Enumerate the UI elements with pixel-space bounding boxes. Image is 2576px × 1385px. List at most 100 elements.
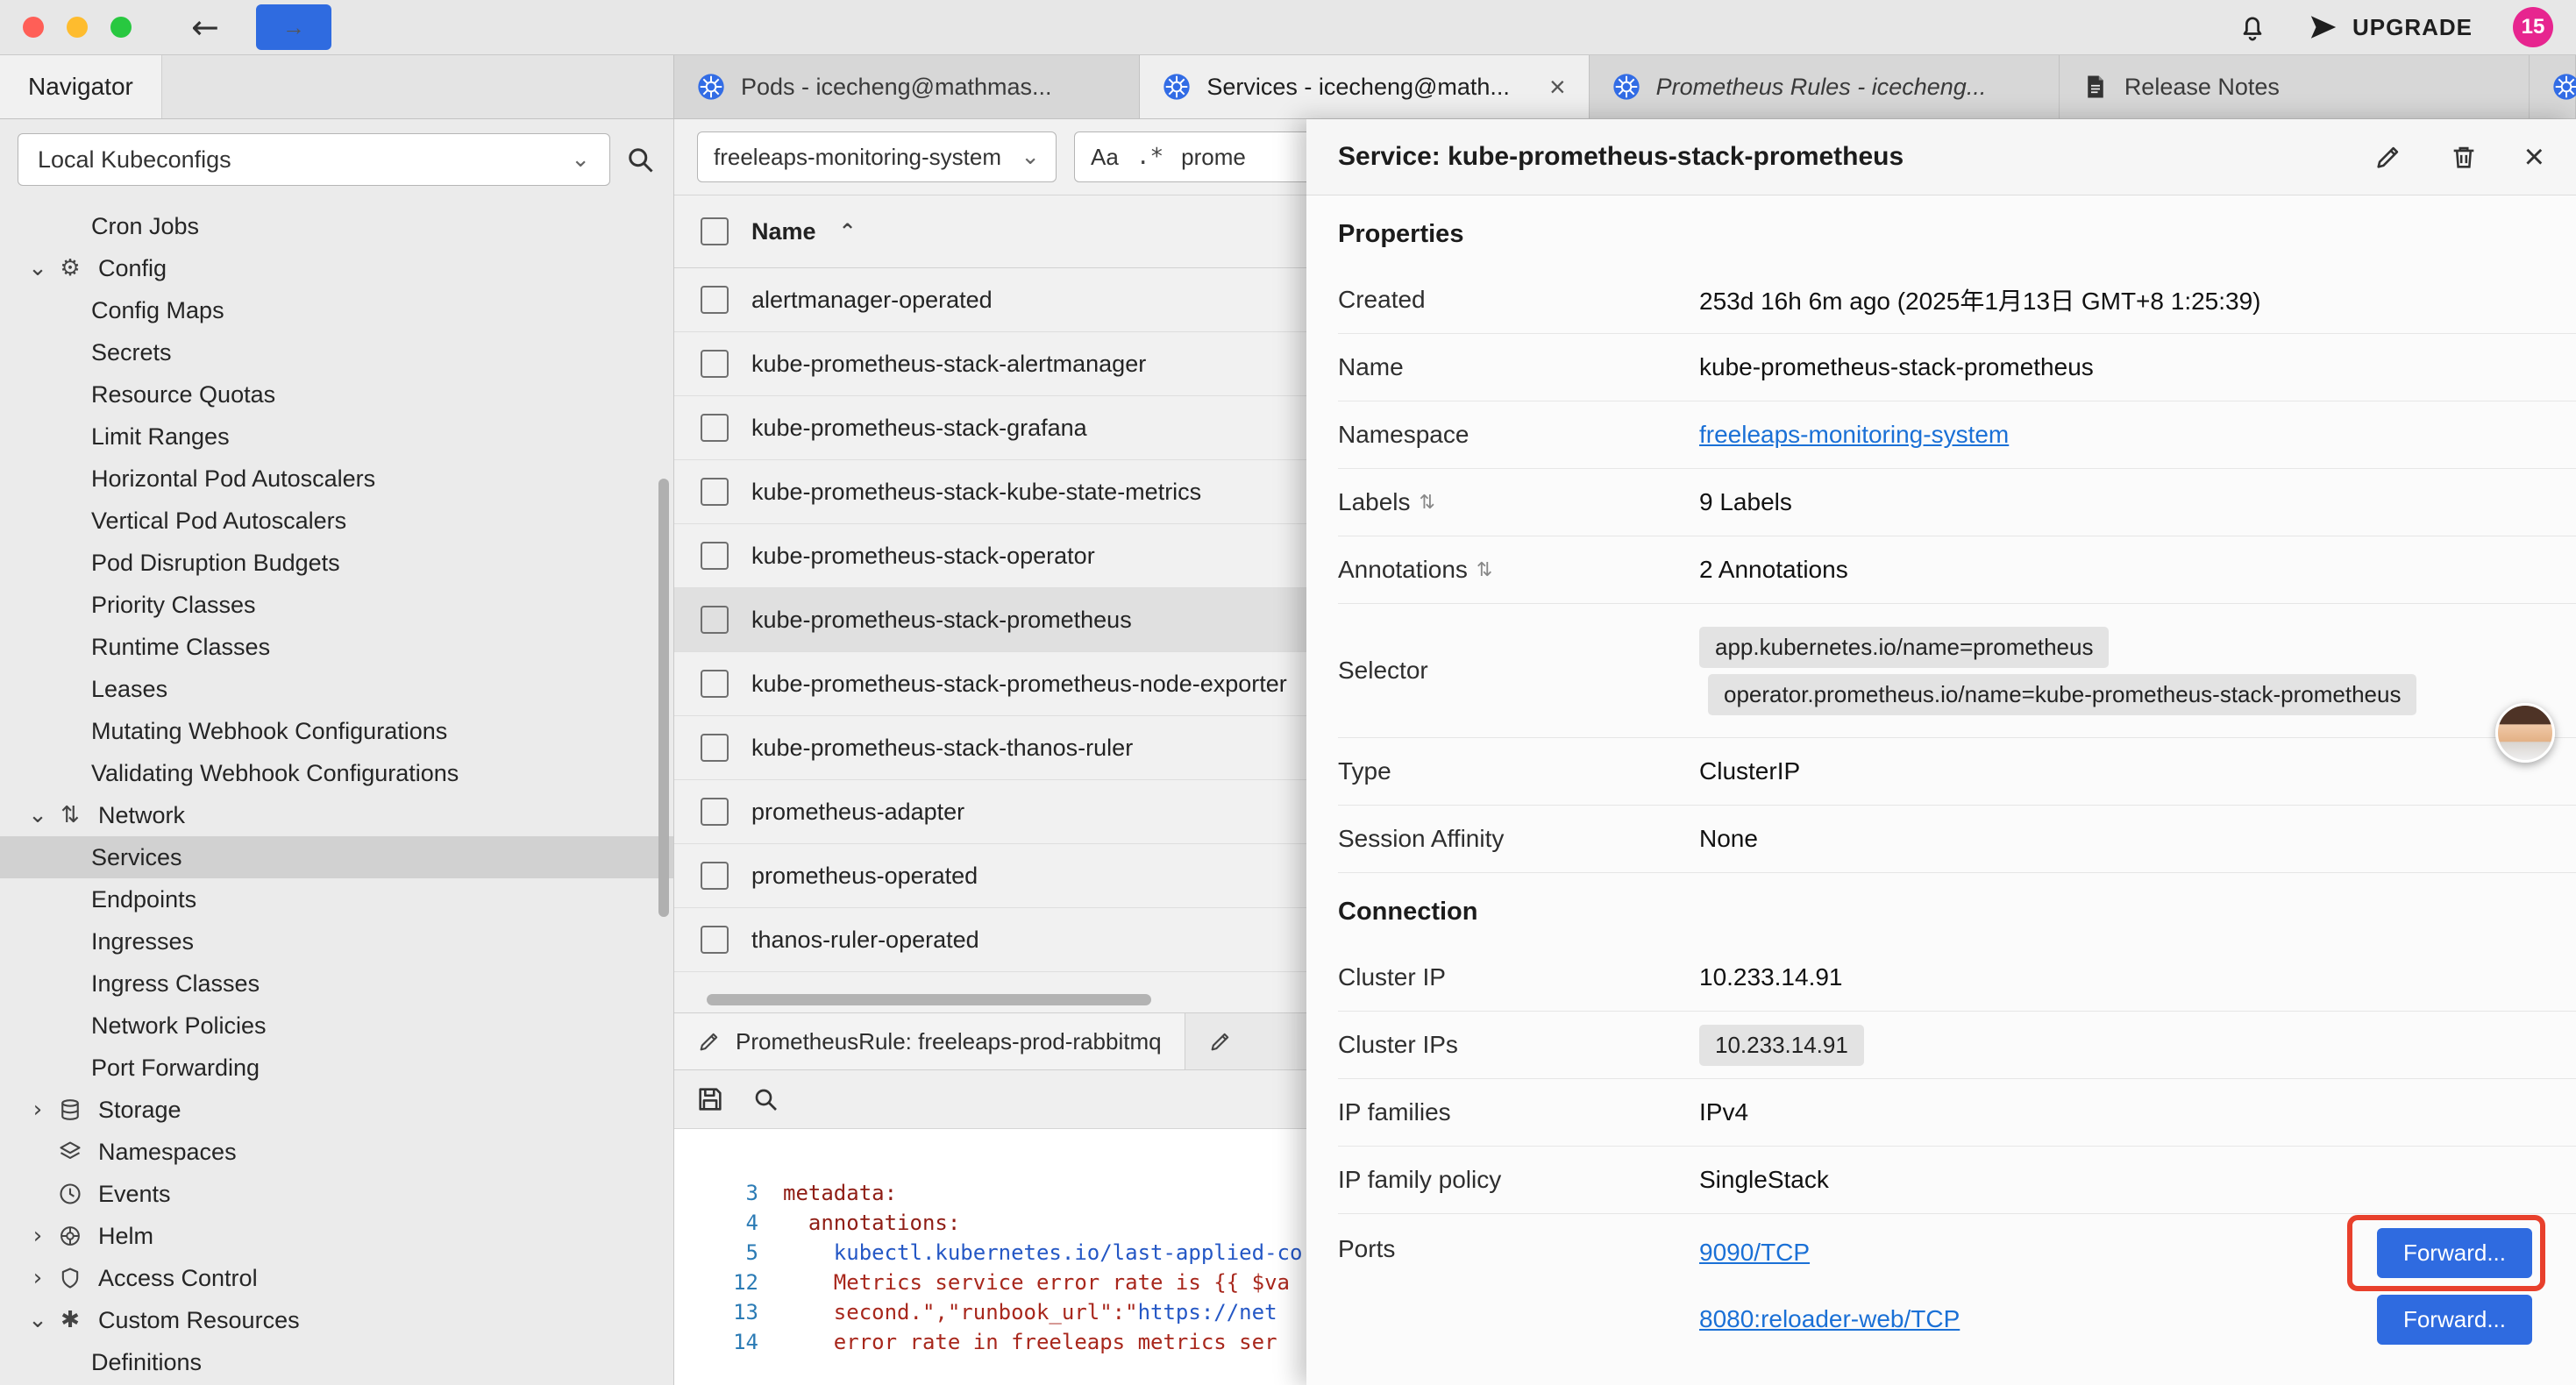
chevron-down-icon: ⌄: [571, 146, 590, 173]
sidebar-item-helm[interactable]: › Helm: [0, 1215, 673, 1257]
dock-tab-label: PrometheusRule: freeleaps-prod-rabbitmq: [736, 1028, 1162, 1055]
row-checkbox[interactable]: [701, 542, 729, 570]
upgrade-button[interactable]: UPGRADE: [2309, 12, 2473, 42]
chevron-right-icon: ›: [23, 1223, 53, 1249]
sidebar-item-cron-jobs[interactable]: Cron Jobs: [0, 205, 673, 247]
selector-chip: operator.prometheus.io/name=kube-prometh…: [1708, 674, 2416, 715]
sidebar-item-namespaces[interactable]: Namespaces: [0, 1131, 673, 1173]
tab-navigator[interactable]: Navigator: [0, 55, 162, 118]
sidebar-item-config[interactable]: ⌄ ⚙ Config: [0, 247, 673, 289]
sidebar-item-horizontal-pod-autoscalers[interactable]: Horizontal Pod Autoscalers: [0, 458, 673, 500]
user-avatar[interactable]: [2495, 703, 2555, 763]
sidebar-item-limit-ranges[interactable]: Limit Ranges: [0, 416, 673, 458]
connection-row-ports: Ports 9090/TCP Forward... 8080:reloader-…: [1338, 1214, 2576, 1368]
session-affinity-value: None: [1699, 825, 2576, 853]
sidebar-item-network-policies[interactable]: Network Policies: [0, 1005, 673, 1047]
dock-tab-partial[interactable]: [1185, 1013, 1311, 1069]
tab-label: Release Notes: [2124, 74, 2506, 101]
sidebar-item-ingress-classes[interactable]: Ingress Classes: [0, 962, 673, 1005]
row-checkbox[interactable]: [701, 286, 729, 314]
kubeconfig-selector-value: Local Kubeconfigs: [38, 146, 231, 174]
chevron-down-icon: ⌄: [23, 255, 53, 281]
row-checkbox[interactable]: [701, 478, 729, 506]
sidebar-scrollbar[interactable]: [658, 479, 669, 917]
search-icon[interactable]: [751, 1085, 779, 1113]
drawer-header: Service: kube-prometheus-stack-prometheu…: [1306, 119, 2576, 195]
property-row-namespace: Namespace freeleaps-monitoring-system: [1338, 401, 2576, 469]
save-icon[interactable]: [695, 1084, 725, 1114]
regex-toggle[interactable]: .*: [1136, 144, 1163, 170]
sidebar-item-definitions[interactable]: Definitions: [0, 1341, 673, 1383]
tab-services[interactable]: Services - icecheng@math... ×: [1140, 55, 1589, 118]
row-checkbox[interactable]: [701, 926, 729, 954]
notification-count-badge[interactable]: 15: [2513, 7, 2553, 47]
cluster-ip-value: 10.233.14.91: [1699, 963, 2576, 991]
forward-icon[interactable]: →: [256, 4, 331, 50]
row-checkbox[interactable]: [701, 670, 729, 698]
sidebar-item-storage[interactable]: › Storage: [0, 1089, 673, 1131]
sidebar-item-leases[interactable]: Leases: [0, 668, 673, 710]
dock-tab-prometheusrule[interactable]: PrometheusRule: freeleaps-prod-rabbitmq: [674, 1013, 1185, 1069]
close-tab-icon[interactable]: ×: [1549, 73, 1566, 101]
sort-toggle-icon[interactable]: ⇅: [1420, 492, 1435, 514]
row-checkbox[interactable]: [701, 350, 729, 378]
maximize-window-button[interactable]: [110, 17, 132, 38]
connection-row-ip-families: IP families IPv4: [1338, 1079, 2576, 1147]
horizontal-scrollbar-thumb[interactable]: [707, 994, 1151, 1005]
port-link-8080-reloader-web[interactable]: 8080:reloader-web/TCP: [1699, 1305, 1960, 1333]
trash-icon[interactable]: [2449, 142, 2479, 172]
select-all-checkbox[interactable]: [701, 217, 729, 245]
port-link-9090[interactable]: 9090/TCP: [1699, 1239, 1810, 1267]
sidebar-item-priority-classes[interactable]: Priority Classes: [0, 584, 673, 626]
sidebar-item-resource-quotas[interactable]: Resource Quotas: [0, 373, 673, 416]
sidebar-item-vertical-pod-autoscalers[interactable]: Vertical Pod Autoscalers: [0, 500, 673, 542]
minimize-window-button[interactable]: [67, 17, 88, 38]
tab-release-notes[interactable]: Release Notes: [2060, 55, 2530, 118]
sidebar-item-validating-webhook-configurations[interactable]: Validating Webhook Configurations: [0, 752, 673, 794]
namespaces-icon: [53, 1140, 88, 1164]
name-column-header[interactable]: Name: [751, 218, 816, 245]
annotations-value: 2 Annotations: [1699, 556, 2576, 584]
close-window-button[interactable]: [23, 17, 44, 38]
bell-icon[interactable]: [2237, 11, 2268, 43]
row-checkbox[interactable]: [701, 414, 729, 442]
match-case-toggle[interactable]: Aa: [1091, 144, 1119, 171]
sidebar-item-custom-resources[interactable]: ⌄ ✱ Custom Resources: [0, 1299, 673, 1341]
search-icon[interactable]: [624, 144, 656, 175]
tab-argo[interactable]: Argo S: [2530, 55, 2576, 118]
navigator-label: Navigator: [28, 73, 133, 101]
row-checkbox[interactable]: [701, 606, 729, 634]
sidebar-item-events[interactable]: Events: [0, 1173, 673, 1215]
namespace-selector[interactable]: freeleaps-monitoring-system ⌄: [697, 131, 1057, 182]
section-properties: Properties: [1338, 195, 2576, 266]
namespace-link[interactable]: freeleaps-monitoring-system: [1699, 421, 2009, 448]
sort-toggle-icon[interactable]: ⇅: [1477, 559, 1492, 581]
property-row-created: Created 253d 16h 6m ago (2025年1月13日 GMT+…: [1338, 266, 2576, 334]
sidebar-item-access-control[interactable]: › Access Control: [0, 1257, 673, 1299]
close-icon[interactable]: ×: [2524, 139, 2544, 174]
config-icon: ⚙: [53, 255, 88, 281]
tab-pods[interactable]: Pods - icecheng@mathmas...: [674, 55, 1140, 118]
sidebar-item-mutating-webhook-configurations[interactable]: Mutating Webhook Configurations: [0, 710, 673, 752]
sidebar-item-ingresses[interactable]: Ingresses: [0, 920, 673, 962]
row-checkbox[interactable]: [701, 862, 729, 890]
sidebar-item-port-forwarding[interactable]: Port Forwarding: [0, 1047, 673, 1089]
sidebar-item-runtime-classes[interactable]: Runtime Classes: [0, 626, 673, 668]
forward-button-8080[interactable]: Forward...: [2377, 1295, 2532, 1345]
sidebar-item-network[interactable]: ⌄ ⇅ Network: [0, 794, 673, 836]
forward-button-9090[interactable]: Forward...: [2377, 1228, 2532, 1278]
row-checkbox[interactable]: [701, 734, 729, 762]
created-value: 253d 16h 6m ago (2025年1月13日 GMT+8 1:25:3…: [1699, 282, 2576, 317]
tab-prometheus-rules[interactable]: Prometheus Rules - icecheng...: [1590, 55, 2060, 118]
sidebar-item-endpoints[interactable]: Endpoints: [0, 878, 673, 920]
back-icon[interactable]: ←: [191, 11, 219, 44]
kubeconfig-selector[interactable]: Local Kubeconfigs ⌄: [18, 133, 610, 186]
sidebar-item-config-maps[interactable]: Config Maps: [0, 289, 673, 331]
sidebar-item-pod-disruption-budgets[interactable]: Pod Disruption Budgets: [0, 542, 673, 584]
edit-icon[interactable]: [2373, 142, 2403, 172]
ip-families-value: IPv4: [1699, 1098, 2576, 1126]
sidebar-item-services[interactable]: Services: [0, 836, 673, 878]
row-checkbox[interactable]: [701, 798, 729, 826]
connection-row-cluster-ip: Cluster IP 10.233.14.91: [1338, 944, 2576, 1012]
sidebar-item-secrets[interactable]: Secrets: [0, 331, 673, 373]
